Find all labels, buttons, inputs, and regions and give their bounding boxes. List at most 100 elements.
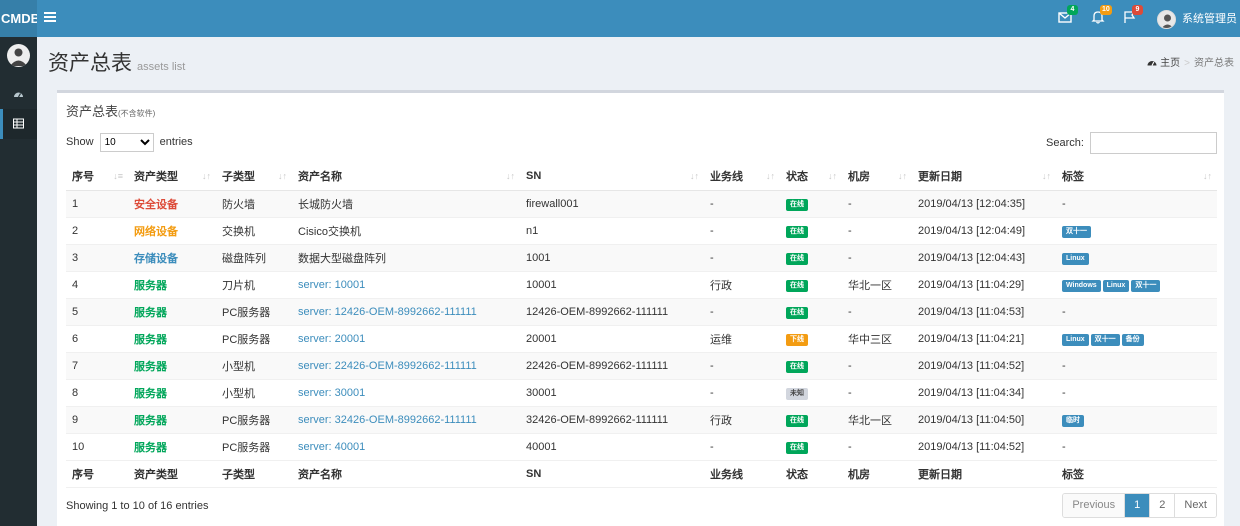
sidebar-item-assets[interactable] xyxy=(0,109,37,139)
table-row[interactable]: 10 服务器 PC服务器 server: 40001 40001 - 在线 - 2019/04/… xyxy=(66,433,1217,461)
table-row[interactable]: 3 存储设备 磁盘阵列 数据大型磁盘阵列 1001 - 在线 - 2019/04/13 [12:… xyxy=(66,244,1217,272)
asset-name[interactable]: server: 20001 xyxy=(292,325,520,353)
asset-sn-text: 32426-OEM-8992662-111111 xyxy=(526,413,669,426)
column-header[interactable]: 状态 ↓↑ xyxy=(780,163,842,191)
row-id-text: 6 xyxy=(72,332,79,345)
avatar xyxy=(1157,9,1176,29)
status-badge: 在线 xyxy=(786,252,808,265)
tasks-badge: 9 xyxy=(1132,5,1143,15)
asset-name-link[interactable]: server: 30001 xyxy=(298,387,365,399)
column-footer-label: 机房 xyxy=(848,468,870,481)
column-header[interactable]: 更新日期 ↓↑ xyxy=(912,163,1056,191)
sort-icon: ↓≡ xyxy=(113,171,123,181)
asset-name-link[interactable]: server: 12426-OEM-8992662-111111 xyxy=(298,306,477,318)
tag-badge[interactable]: Linux xyxy=(1062,333,1089,346)
sidebar-toggle-icon[interactable] xyxy=(44,12,56,24)
column-header[interactable]: 资产类型 ↓↑ xyxy=(128,163,216,191)
table-row[interactable]: 4 服务器 刀片机 server: 10001 10001 行政 在线 华北一区 2019/04… xyxy=(66,271,1217,299)
messages-button[interactable]: 4 xyxy=(1058,5,1078,26)
status-badge: 下线 xyxy=(786,333,808,346)
table-row[interactable]: 8 服务器 小型机 server: 30001 30001 - 未知 - 2019/04/13 … xyxy=(66,379,1217,407)
column-header[interactable]: 资产名称 ↓↑ xyxy=(292,163,520,191)
column-header[interactable]: 机房 ↓↑ xyxy=(842,163,912,191)
page-1-button[interactable]: 1 xyxy=(1124,494,1150,517)
status-badge: 未知 xyxy=(786,387,808,400)
table-row[interactable]: 7 服务器 小型机 server: 22426-OEM-8992662-111111 2… xyxy=(66,352,1217,380)
row-id: 9 xyxy=(66,406,128,434)
asset-name-link[interactable]: server: 10001 xyxy=(298,279,365,291)
user-menu[interactable]: 系统管理员 xyxy=(1157,9,1237,29)
column-header-label: 业务线 xyxy=(710,171,743,184)
asset-subtype-text: PC服务器 xyxy=(222,306,271,319)
server-room: - xyxy=(842,379,912,407)
column-header[interactable]: 子类型 ↓↑ xyxy=(216,163,292,191)
asset-type: 网络设备 xyxy=(128,217,216,245)
previous-button[interactable]: Previous xyxy=(1063,494,1125,517)
column-header[interactable]: SN ↓↑ xyxy=(520,163,704,191)
table-row[interactable]: 6 服务器 PC服务器 server: 20001 20001 运维 下线 华中三区 2019/… xyxy=(66,325,1217,353)
breadcrumb-home[interactable]: 主页 xyxy=(1160,58,1180,69)
status-badge: 在线 xyxy=(786,306,808,319)
page-2-button[interactable]: 2 xyxy=(1149,494,1175,517)
tag-badge[interactable]: 双十一 xyxy=(1062,225,1091,238)
table-row[interactable]: 2 网络设备 交换机 Cisico交换机 n1 - 在线 - 2019/04/13 [12:04… xyxy=(66,217,1217,245)
entries-select[interactable]: 10 xyxy=(99,133,154,152)
table-row[interactable]: 9 服务器 PC服务器 server: 32426-OEM-8992662-11111… xyxy=(66,406,1217,434)
sidebar-item-dashboard[interactable] xyxy=(0,80,37,110)
asset-name-link[interactable]: server: 22426-OEM-8992662-111111 xyxy=(298,360,477,372)
update-date: 2019/04/13 [12:04:49] xyxy=(912,217,1056,245)
business-line-text: - xyxy=(710,386,714,399)
column-footer-label: 子类型 xyxy=(222,468,255,481)
status-cell: 在线 xyxy=(780,271,842,299)
asset-name[interactable]: server: 22426-OEM-8992662-111111 xyxy=(292,352,520,380)
update-date-text: 2019/04/13 [11:04:52] xyxy=(918,359,1025,372)
asset-subtype-text: 交换机 xyxy=(222,225,255,238)
table-row[interactable]: 1 安全设备 防火墙 长城防火墙 firewall001 - 在线 - 2019/04/13 [… xyxy=(66,190,1217,218)
column-header[interactable]: 序号 ↓≡ xyxy=(66,163,128,191)
tag-badge[interactable]: 双十一 xyxy=(1131,279,1161,292)
asset-type: 安全设备 xyxy=(128,190,216,218)
notifications-button[interactable]: 10 xyxy=(1091,5,1112,26)
asset-name-link[interactable]: server: 40001 xyxy=(298,441,365,453)
asset-name[interactable]: server: 12426-OEM-8992662-111111 xyxy=(292,298,520,326)
asset-name[interactable]: server: 40001 xyxy=(292,433,520,461)
row-id: 2 xyxy=(66,217,128,245)
server-room-text: - xyxy=(848,440,852,453)
row-id: 8 xyxy=(66,379,128,407)
column-footer: 标签 xyxy=(1056,459,1217,488)
asset-subtype-text: 刀片机 xyxy=(222,279,255,292)
table-info: Showing 1 to 10 of 16 entries xyxy=(66,500,209,512)
tags-cell: Linux xyxy=(1056,244,1217,272)
app-logo[interactable]: CMDB xyxy=(0,0,37,37)
asset-name[interactable]: server: 30001 xyxy=(292,379,520,407)
entries-label: entries xyxy=(159,136,193,148)
asset-name-text: 数据大型磁盘阵列 xyxy=(298,252,386,265)
asset-name[interactable]: server: 10001 xyxy=(292,271,520,299)
tasks-button[interactable]: 9 xyxy=(1123,5,1143,26)
asset-name[interactable]: server: 32426-OEM-8992662-111111 xyxy=(292,406,520,434)
table-row[interactable]: 5 服务器 PC服务器 server: 12426-OEM-8992662-11111… xyxy=(66,298,1217,326)
asset-name-link[interactable]: server: 32426-OEM-8992662-111111 xyxy=(298,414,477,426)
column-footer: 更新日期 xyxy=(912,459,1056,488)
tag-badge[interactable]: 备份 xyxy=(1121,333,1144,346)
search-label: Search: xyxy=(1046,136,1084,149)
column-header[interactable]: 业务线 ↓↑ xyxy=(704,163,780,191)
status-badge: 在线 xyxy=(786,441,808,454)
next-button[interactable]: Next xyxy=(1174,494,1216,517)
tag-badge[interactable]: Linux xyxy=(1062,252,1089,265)
sort-icon: ↓↑ xyxy=(202,171,211,181)
sidebar-avatar xyxy=(7,44,30,67)
column-footer: 机房 xyxy=(842,459,912,488)
server-room: 华北一区 xyxy=(842,406,912,434)
row-id-text: 4 xyxy=(72,278,79,291)
tag-badge[interactable]: Linux xyxy=(1102,279,1130,292)
tag-badge[interactable]: 临时 xyxy=(1062,414,1084,427)
asset-name-link[interactable]: server: 20001 xyxy=(298,333,365,345)
table-header-row: 序号 ↓≡ 资产类型 ↓↑ 子类型 ↓↑ 资产名称 ↓↑ SN ↓↑ 业务线 ↓↑ 状态 ↓↑ 机房 ↓↑ 更新… xyxy=(66,163,1217,191)
column-header[interactable]: 标签 ↓↑ xyxy=(1056,163,1217,191)
tags-empty: - xyxy=(1062,305,1066,318)
column-footer: 资产类型 xyxy=(128,459,216,488)
search-input[interactable] xyxy=(1090,132,1217,154)
tag-badge[interactable]: Windows xyxy=(1062,279,1101,292)
tag-badge[interactable]: 双十一 xyxy=(1090,333,1120,346)
